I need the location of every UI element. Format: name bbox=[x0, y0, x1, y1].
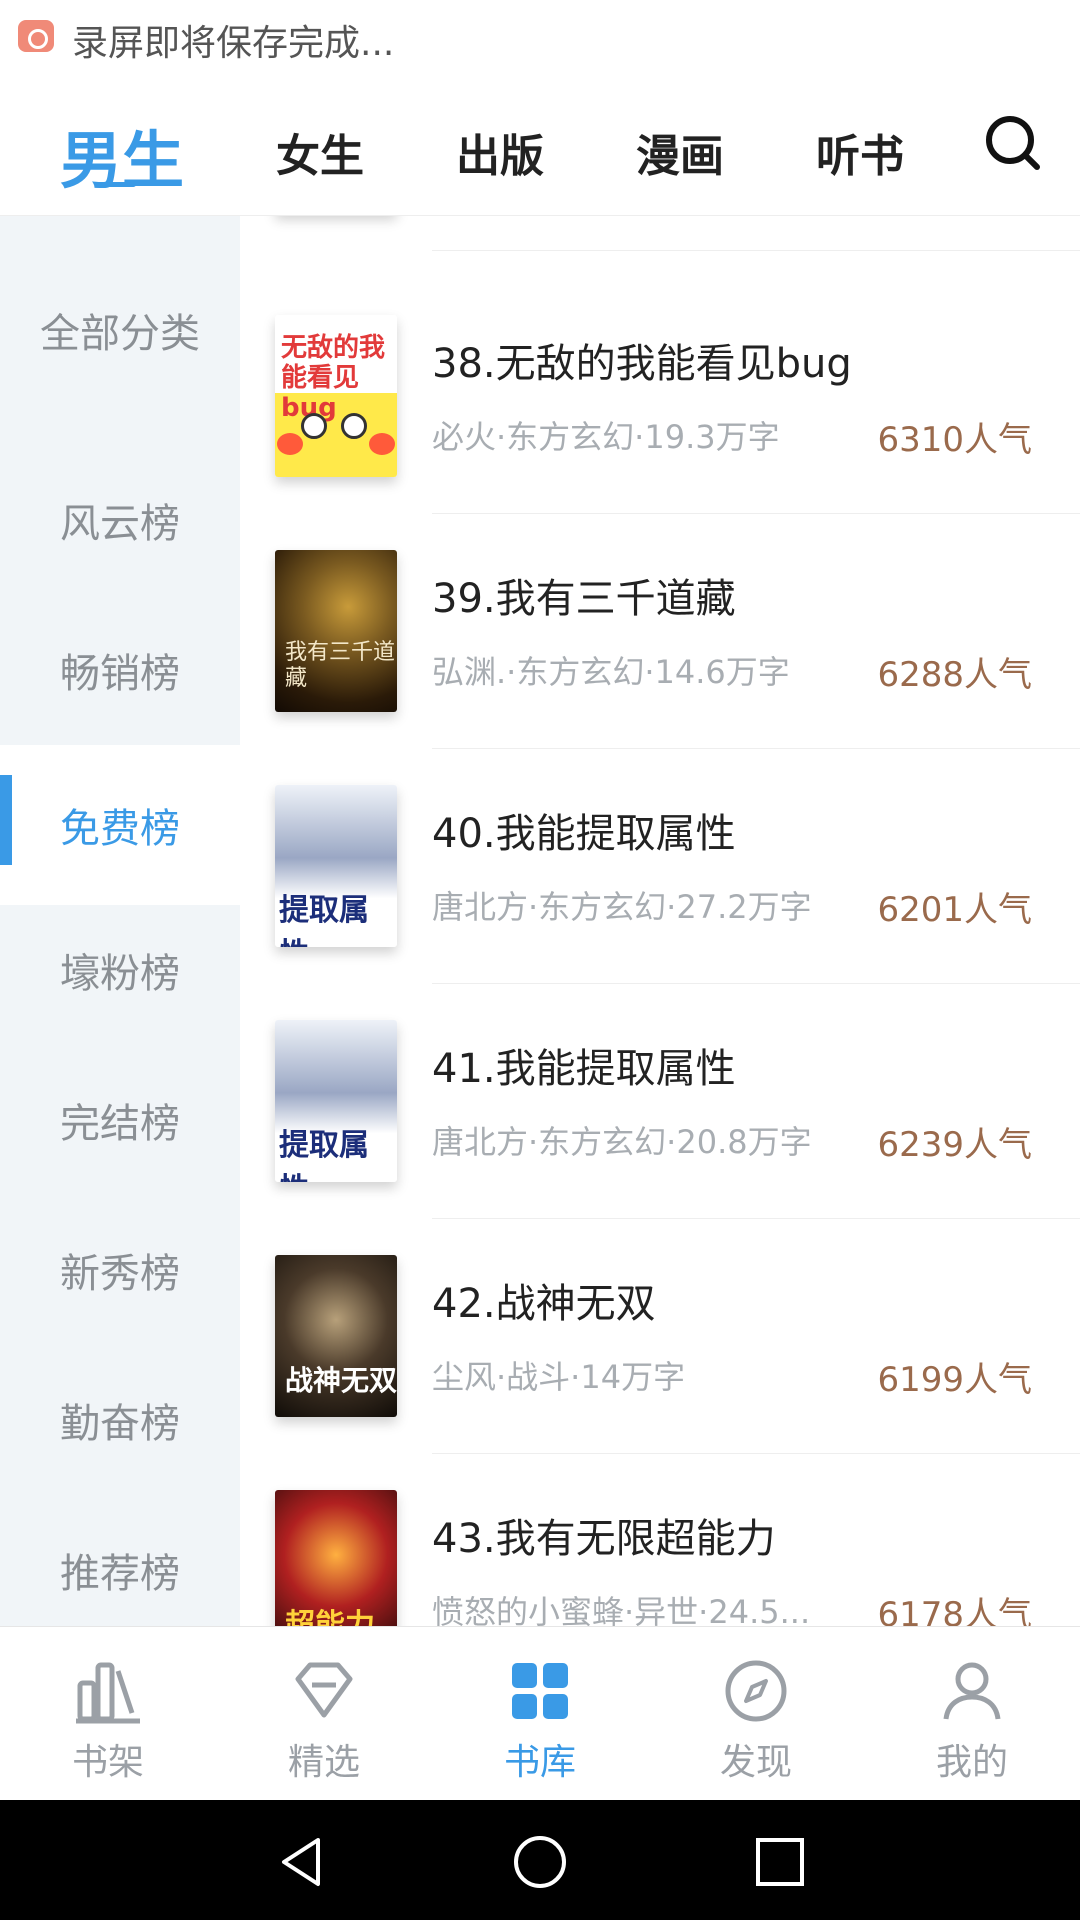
grid-icon bbox=[512, 1663, 568, 1719]
nav-label-featured: 精选 bbox=[287, 1742, 360, 1783]
cover-title: 提取属性 bbox=[279, 1128, 369, 1182]
book-item[interactable]: 提取属性 41.我能提取属性 唐北方·东方玄幻·20.8万字 6239人气 bbox=[240, 984, 1080, 1219]
nav-discover[interactable]: 发现 bbox=[648, 1627, 864, 1801]
book-title: 39.我有三千道藏 bbox=[432, 576, 736, 622]
compass-icon bbox=[725, 1660, 787, 1722]
book-meta: 必火·东方玄幻·19.3万字 bbox=[432, 418, 780, 456]
book-item[interactable]: 无敌的我能看见bug 38.无敌的我能看见bug 必火·东方玄幻·19.3万字 … bbox=[240, 279, 1080, 514]
book-list: 无敌的我能看见bug 38.无敌的我能看见bug 必火·东方玄幻·19.3万字 … bbox=[240, 216, 1080, 1626]
sidebar-item-fans[interactable]: 壕粉榜 bbox=[0, 910, 240, 1030]
book-popularity: 6199人气 bbox=[877, 1360, 1032, 1400]
book-cover: 超能力 bbox=[275, 1490, 397, 1626]
system-navigation-bar bbox=[0, 1800, 1080, 1920]
recording-status-text: 录屏即将保存完成... bbox=[72, 23, 395, 64]
nav-label-library: 书库 bbox=[503, 1742, 576, 1783]
book-cover: 提取属性 bbox=[275, 785, 397, 947]
sidebar-item-bestseller[interactable]: 畅销榜 bbox=[0, 610, 240, 730]
tab-comics[interactable]: 漫画 bbox=[636, 120, 724, 184]
screen-record-icon bbox=[18, 20, 54, 52]
book-meta: 唐北方·东方玄幻·27.2万字 bbox=[432, 888, 812, 926]
sidebar-item-newcomer[interactable]: 新秀榜 bbox=[0, 1210, 240, 1330]
recents-icon[interactable] bbox=[752, 1834, 808, 1890]
sidebar-item-diligent[interactable]: 勤奋榜 bbox=[0, 1360, 240, 1480]
book-cover: 提取属性 bbox=[275, 1020, 397, 1182]
bookshelf-icon bbox=[76, 1662, 140, 1724]
nav-mine[interactable]: 我的 bbox=[864, 1627, 1080, 1801]
status-bar: 录屏即将保存完成... bbox=[0, 0, 1080, 80]
nav-label-mine: 我的 bbox=[935, 1742, 1008, 1783]
ranking-sidebar: 全部分类 风云榜 畅销榜 免费榜 壕粉榜 完结榜 新秀榜 勤奋榜 推荐榜 bbox=[0, 216, 240, 1626]
search-icon[interactable] bbox=[984, 114, 1042, 172]
book-item[interactable]: 超能力 43.我有无限超能力 愤怒的小蜜蜂·异世·24.5... 6178人气 bbox=[240, 1454, 1080, 1626]
nav-featured[interactable]: 精选 bbox=[216, 1627, 432, 1801]
book-title: 40.我能提取属性 bbox=[432, 811, 736, 857]
book-popularity: 6201人气 bbox=[877, 890, 1032, 930]
sidebar-item-fengyun[interactable]: 风云榜 bbox=[0, 460, 240, 580]
tab-audiobook[interactable]: 听书 bbox=[816, 120, 904, 184]
cover-title: 我有三千道藏 bbox=[285, 640, 396, 691]
tab-female[interactable]: 女生 bbox=[276, 120, 364, 184]
book-cover: 战神无双 bbox=[275, 1255, 397, 1417]
active-tab-underline bbox=[106, 182, 136, 187]
bottom-navigation: 书架 精选 书库 发现 我的 bbox=[0, 1626, 1080, 1800]
book-item-partial[interactable] bbox=[240, 216, 1080, 251]
tab-publish[interactable]: 出版 bbox=[456, 120, 544, 184]
book-title: 38.无敌的我能看见bug bbox=[432, 341, 852, 387]
book-title: 43.我有无限超能力 bbox=[432, 1516, 776, 1562]
cover-title: 超能力 bbox=[285, 1608, 375, 1626]
home-icon[interactable] bbox=[512, 1834, 568, 1890]
book-meta: 尘风·战斗·14万字 bbox=[432, 1358, 686, 1396]
book-popularity: 6288人气 bbox=[877, 655, 1032, 695]
divider bbox=[432, 250, 1080, 251]
cover-title: 战神无双 bbox=[285, 1364, 397, 1397]
sidebar-item-completed[interactable]: 完结榜 bbox=[0, 1060, 240, 1180]
book-cover: 无敌的我能看见bug bbox=[275, 315, 397, 477]
cover-title: 无敌的我能看见bug bbox=[281, 333, 386, 423]
book-popularity: 6239人气 bbox=[877, 1125, 1032, 1165]
book-title: 41.我能提取属性 bbox=[432, 1046, 736, 1092]
top-category-tabs: 男生 女生 出版 漫画 听书 bbox=[0, 80, 1080, 216]
book-meta: 弘渊.·东方玄幻·14.6万字 bbox=[432, 653, 790, 691]
diamond-icon bbox=[295, 1662, 353, 1718]
book-item[interactable]: 我有三千道藏 39.我有三千道藏 弘渊.·东方玄幻·14.6万字 6288人气 bbox=[240, 514, 1080, 749]
sidebar-item-free[interactable]: 免费榜 bbox=[0, 745, 240, 905]
book-popularity: 6310人气 bbox=[877, 420, 1032, 460]
book-item[interactable]: 战神无双 42.战神无双 尘风·战斗·14万字 6199人气 bbox=[240, 1219, 1080, 1454]
book-popularity: 6178人气 bbox=[877, 1595, 1032, 1626]
nav-label-bookshelf: 书架 bbox=[71, 1742, 144, 1783]
user-icon bbox=[943, 1662, 1001, 1720]
book-meta: 愤怒的小蜜蜂·异世·24.5... bbox=[432, 1593, 811, 1626]
book-meta: 唐北方·东方玄幻·20.8万字 bbox=[432, 1123, 812, 1161]
back-icon[interactable] bbox=[274, 1834, 330, 1890]
sidebar-item-recommended[interactable]: 推荐榜 bbox=[0, 1510, 240, 1630]
nav-label-discover: 发现 bbox=[719, 1742, 792, 1783]
book-item[interactable]: 提取属性 40.我能提取属性 唐北方·东方玄幻·27.2万字 6201人气 bbox=[240, 749, 1080, 984]
book-title: 42.战神无双 bbox=[432, 1281, 656, 1327]
cover-title: 提取属性 bbox=[279, 893, 369, 947]
active-sidebar-indicator bbox=[0, 775, 12, 865]
sidebar-item-all-categories[interactable]: 全部分类 bbox=[0, 270, 240, 390]
nav-bookshelf[interactable]: 书架 bbox=[0, 1627, 216, 1801]
nav-library[interactable]: 书库 bbox=[432, 1627, 648, 1801]
book-cover: 我有三千道藏 bbox=[275, 550, 397, 712]
